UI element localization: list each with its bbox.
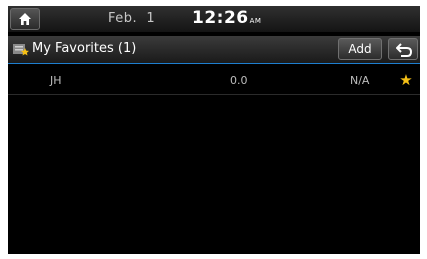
favorite-frequency: 0.0	[230, 74, 248, 87]
date-display: Feb. 1	[108, 11, 156, 26]
page-title: My Favorites (1)	[32, 41, 137, 56]
clock-ampm: AM	[249, 17, 262, 25]
favorites-list-icon	[13, 44, 29, 56]
status-bar: Feb. 1 12:26AM	[8, 6, 420, 32]
head-unit-screen: Feb. 1 12:26AM My Favorites (1) Add JH 0…	[8, 6, 420, 254]
home-icon	[19, 13, 31, 25]
add-button[interactable]: Add	[338, 38, 382, 60]
favorite-status: N/A	[350, 74, 370, 87]
clock-display: 12:26AM	[192, 8, 261, 28]
home-button[interactable]	[10, 8, 40, 30]
star-icon: ★	[399, 71, 413, 89]
clock-time: 12:26	[192, 8, 249, 28]
back-arrow-icon	[396, 43, 412, 57]
favorite-name: JH	[50, 74, 62, 87]
back-button[interactable]	[388, 38, 418, 60]
favorites-title-bar: My Favorites (1) Add	[8, 36, 420, 64]
favorite-star-button[interactable]: ★	[394, 68, 418, 92]
favorite-row[interactable]: JH 0.0 N/A ★	[8, 66, 420, 95]
